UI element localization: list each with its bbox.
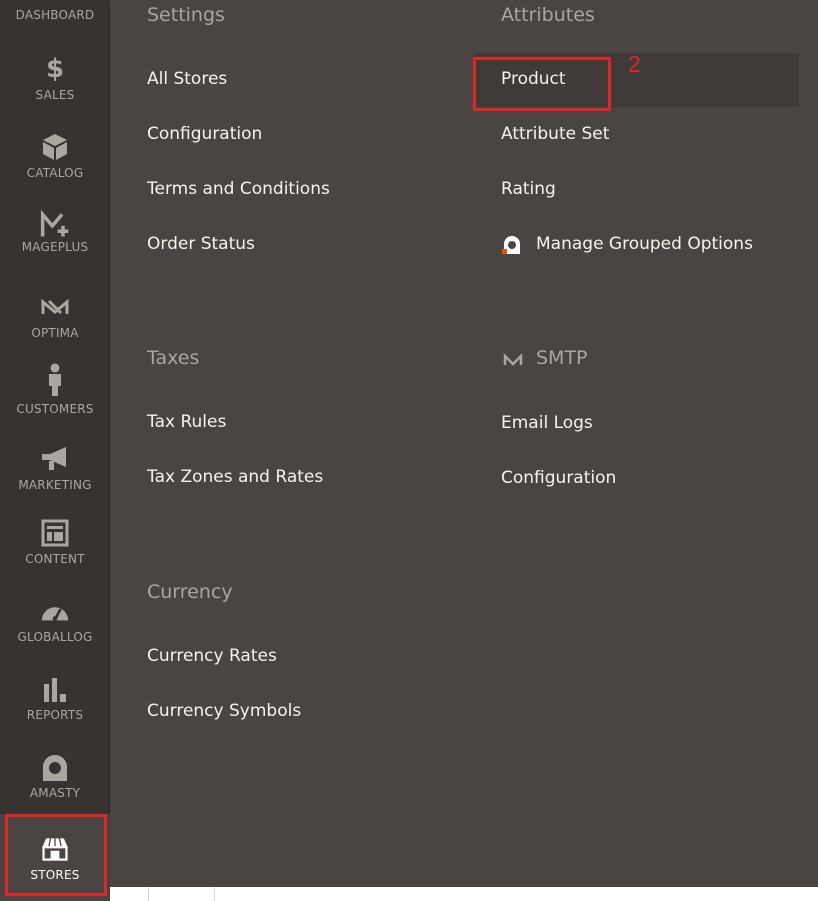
link-configuration[interactable]: Configuration	[147, 124, 262, 144]
dollar-icon: $	[45, 54, 65, 84]
nav-marketing-label: MARKETING	[18, 478, 92, 492]
optima-logo-icon	[40, 292, 70, 322]
group-title-attributes: Attributes	[501, 4, 595, 26]
nav-content[interactable]: CONTENT	[0, 518, 110, 566]
nav-reports[interactable]: REPORTS	[0, 674, 110, 722]
group-title-smtp: SMTP	[536, 347, 588, 369]
nav-customers[interactable]: CUSTOMERS	[0, 362, 110, 416]
admin-sidebar: DASHBOARD $ SALES CATALOG MAGEPLUS OPTIM…	[0, 0, 110, 901]
link-smtp-configuration[interactable]: Configuration	[501, 468, 616, 488]
megaphone-icon	[40, 444, 70, 474]
link-tax-rules[interactable]: Tax Rules	[147, 412, 226, 432]
nav-globallog[interactable]: GLOBALLOG	[0, 596, 110, 644]
nav-optima[interactable]: OPTIMA	[0, 292, 110, 340]
group-title-taxes: Taxes	[147, 347, 200, 369]
link-currency-rates[interactable]: Currency Rates	[147, 646, 277, 666]
page-background-strip	[110, 887, 818, 901]
page-divider	[214, 887, 215, 901]
amasty-logo-icon	[501, 234, 523, 254]
nav-globallog-label: GLOBALLOG	[17, 630, 93, 644]
group-title-settings: Settings	[147, 4, 225, 26]
nav-customers-label: CUSTOMERS	[16, 402, 94, 416]
nav-amasty-label: AMASTY	[29, 786, 81, 800]
nav-reports-label: REPORTS	[26, 708, 84, 722]
annotation-box-stores	[5, 814, 107, 896]
person-icon	[40, 362, 70, 398]
link-email-logs[interactable]: Email Logs	[501, 413, 593, 433]
box-icon	[40, 132, 70, 162]
smtp-logo-icon	[503, 352, 525, 366]
nav-optima-label: OPTIMA	[31, 326, 79, 340]
link-tax-zones-and-rates[interactable]: Tax Zones and Rates	[147, 467, 323, 487]
nav-marketing[interactable]: MARKETING	[0, 444, 110, 492]
nav-sales-label: SALES	[35, 88, 75, 102]
nav-sales[interactable]: $ SALES	[0, 54, 110, 102]
gauge-icon	[40, 596, 70, 626]
link-all-stores[interactable]: All Stores	[147, 69, 227, 89]
group-title-currency: Currency	[147, 581, 233, 603]
nav-catalog-label: CATALOG	[26, 166, 84, 180]
bar-chart-icon	[40, 674, 70, 704]
link-terms-and-conditions[interactable]: Terms and Conditions	[147, 179, 330, 199]
nav-dashboard[interactable]: DASHBOARD	[0, 0, 110, 22]
nav-catalog[interactable]: CATALOG	[0, 132, 110, 180]
link-currency-symbols[interactable]: Currency Symbols	[147, 701, 301, 721]
mageplus-logo-icon	[40, 210, 70, 240]
annotation-number-2: 2	[628, 51, 641, 77]
amasty-logo-icon	[40, 752, 70, 782]
link-attribute-set[interactable]: Attribute Set	[501, 124, 609, 144]
nav-mageplus-label: MAGEPLUS	[21, 240, 89, 254]
nav-amasty[interactable]: AMASTY	[0, 752, 110, 800]
dashboard-icon	[40, 0, 70, 4]
nav-mageplus[interactable]: MAGEPLUS	[0, 210, 110, 254]
nav-content-label: CONTENT	[25, 552, 85, 566]
page-divider	[148, 887, 149, 901]
nav-dashboard-label: DASHBOARD	[15, 8, 95, 22]
link-manage-grouped-options[interactable]: Manage Grouped Options	[536, 234, 753, 254]
annotation-box-product	[473, 57, 611, 111]
layout-icon	[40, 518, 70, 548]
link-order-status[interactable]: Order Status	[147, 234, 255, 254]
link-rating[interactable]: Rating	[501, 179, 556, 199]
